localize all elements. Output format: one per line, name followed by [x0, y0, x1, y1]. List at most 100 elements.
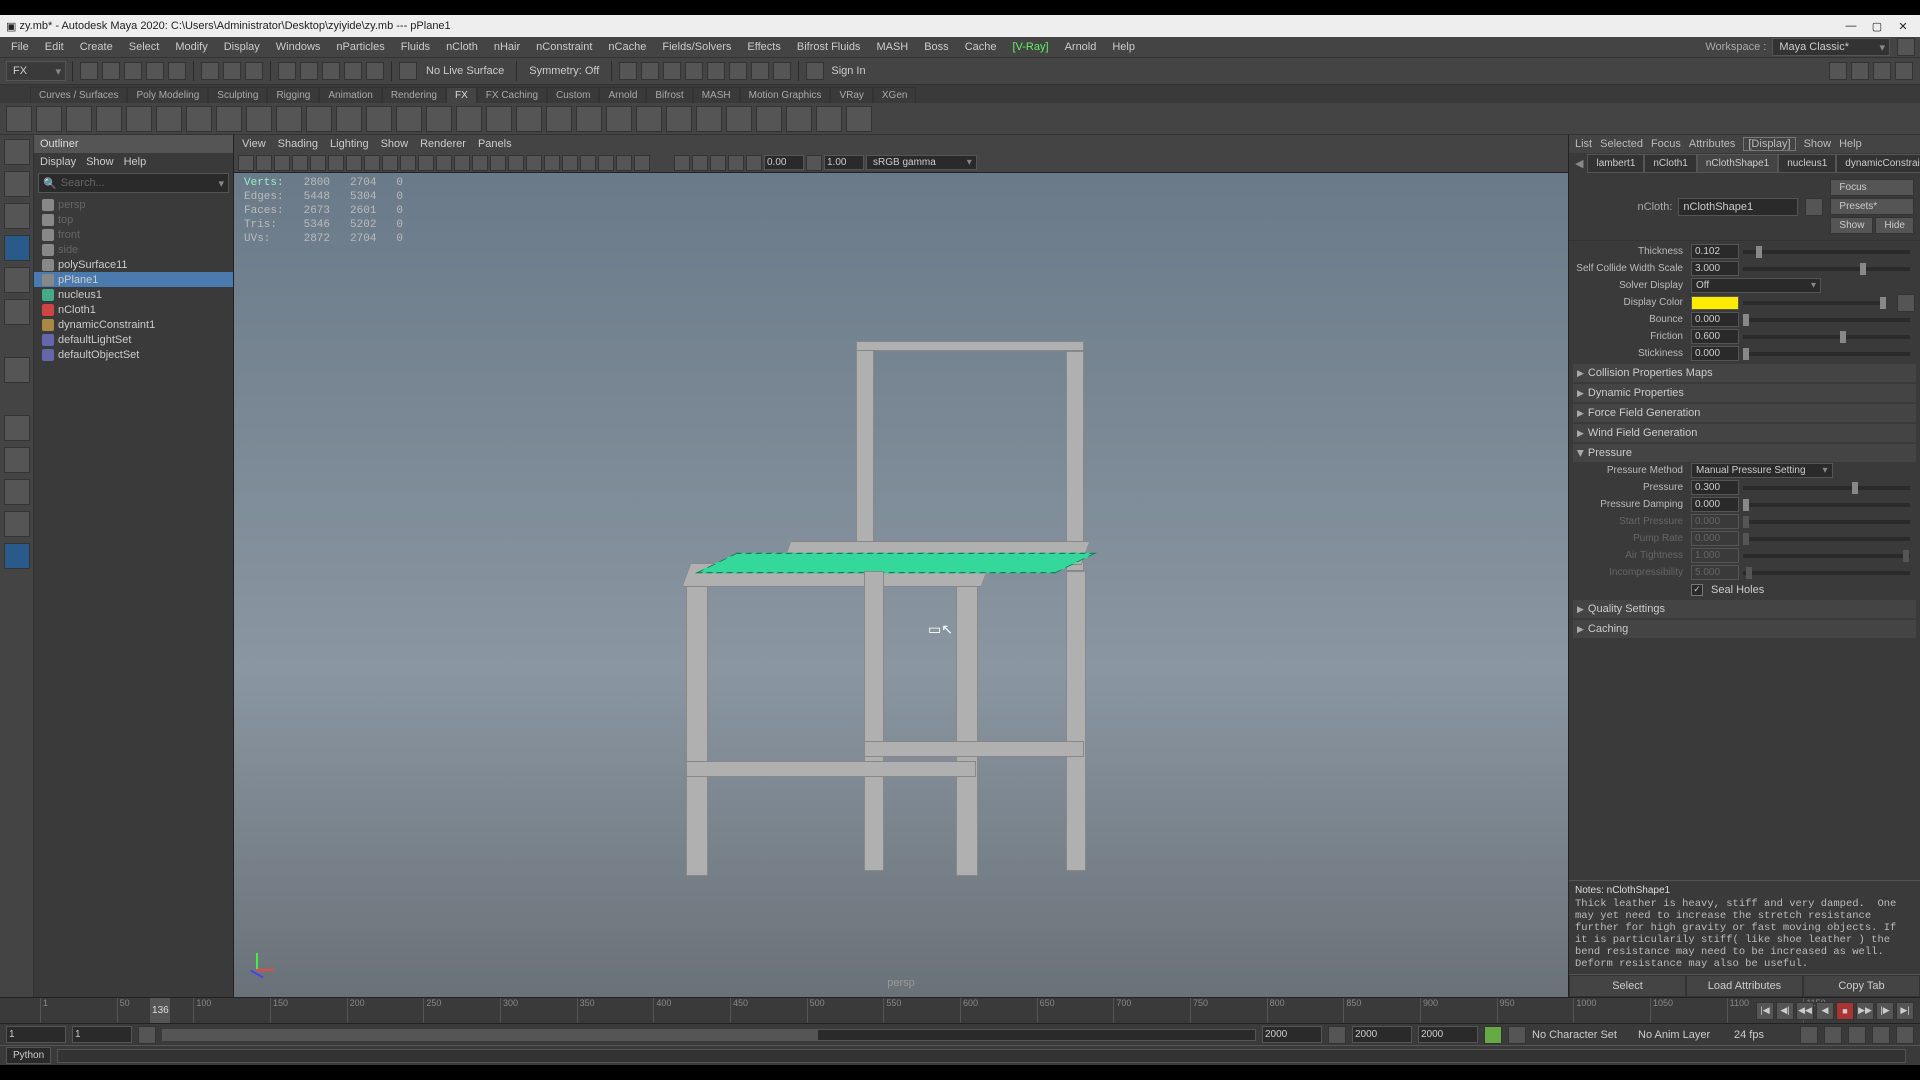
shelf-tab-fx[interactable]: FX — [446, 87, 477, 103]
stop-icon[interactable]: ■ — [1836, 1002, 1854, 1020]
menu-arnold[interactable]: Arnold — [1058, 39, 1104, 55]
render-icon[interactable] — [619, 62, 637, 80]
prefs-icon[interactable] — [1872, 1026, 1890, 1044]
thickness-slider[interactable] — [1743, 250, 1910, 254]
menu-edit[interactable]: Edit — [38, 39, 71, 55]
stickiness-slider[interactable] — [1743, 352, 1910, 356]
module-set-dropdown[interactable]: FX — [6, 61, 66, 81]
range-handle-icon[interactable] — [1328, 1026, 1346, 1044]
solverdisplay-dropdown[interactable]: Off — [1691, 278, 1821, 293]
shelf-button[interactable] — [696, 106, 722, 132]
shelf-tab-fxcaching[interactable]: FX Caching — [477, 87, 547, 103]
play-back-icon[interactable]: ◀ — [1816, 1002, 1834, 1020]
seal-holes-checkbox[interactable]: ✓ — [1691, 584, 1703, 596]
shelf-button[interactable] — [336, 106, 362, 132]
menu-vray[interactable]: [V-Ray] — [1005, 39, 1055, 55]
section-quality[interactable]: ▶Quality Settings — [1573, 600, 1916, 618]
ae-lock-icon[interactable] — [1805, 198, 1823, 216]
shelf-button[interactable] — [816, 106, 842, 132]
layout-custom2-icon[interactable] — [4, 479, 30, 505]
outliner-toggle-icon[interactable] — [4, 543, 30, 569]
section-collision-maps[interactable]: ▶Collision Properties Maps — [1573, 364, 1916, 382]
section-pressure[interactable]: ▶Pressure — [1573, 444, 1916, 462]
audio-icon[interactable] — [1824, 1026, 1842, 1044]
live-surface-icon[interactable] — [399, 62, 417, 80]
displaycolor-swatch[interactable] — [1691, 296, 1739, 310]
prefs2-icon[interactable] — [1896, 1026, 1914, 1044]
menu-nparticles[interactable]: nParticles — [329, 39, 391, 55]
shelf-button[interactable] — [846, 106, 872, 132]
shelf-button[interactable] — [396, 106, 422, 132]
lasso-tool-icon[interactable] — [4, 171, 30, 197]
vp-icon[interactable] — [310, 155, 326, 171]
shelf-button[interactable] — [456, 106, 482, 132]
signin-label[interactable]: Sign In — [831, 65, 865, 77]
outliner-node[interactable]: nCloth1 — [34, 302, 233, 317]
exposure-field[interactable] — [764, 155, 804, 170]
shelf-button[interactable] — [576, 106, 602, 132]
shelf-button[interactable] — [546, 106, 572, 132]
channel-box-icon[interactable] — [1851, 62, 1869, 80]
menu-cache[interactable]: Cache — [958, 39, 1004, 55]
ae-node-name-field[interactable] — [1678, 198, 1798, 216]
vp-icon[interactable] — [544, 155, 560, 171]
vp-menu-renderer[interactable]: Renderer — [420, 138, 466, 150]
workspace-settings-icon[interactable] — [1897, 38, 1915, 56]
vp-icon[interactable] — [634, 155, 650, 171]
snap-plane-icon[interactable] — [344, 62, 362, 80]
ae-hide-button[interactable]: Hide — [1875, 217, 1914, 234]
shelf-tab-poly[interactable]: Poly Modeling — [127, 87, 208, 103]
outliner-menu-display[interactable]: Display — [40, 156, 76, 168]
step-fwd-key-icon[interactable]: |▶ — [1876, 1002, 1894, 1020]
render-globals-icon[interactable] — [663, 62, 681, 80]
vp-icon[interactable] — [256, 155, 272, 171]
vp-icon[interactable] — [328, 155, 344, 171]
undo-icon[interactable] — [146, 62, 164, 80]
vp-icon[interactable] — [508, 155, 524, 171]
layout-four-icon[interactable] — [4, 415, 30, 441]
gamma-field[interactable] — [824, 155, 864, 170]
section-force-field[interactable]: ▶Force Field Generation — [1573, 404, 1916, 422]
snap-live-icon[interactable] — [366, 62, 384, 80]
section-wind-field[interactable]: ▶Wind Field Generation — [1573, 424, 1916, 442]
new-scene-icon[interactable] — [80, 62, 98, 80]
current-frame-marker[interactable]: 136 — [150, 998, 170, 1023]
ae-load-attributes-button[interactable]: Load Attributes — [1686, 975, 1803, 997]
shelf-button[interactable] — [246, 106, 272, 132]
bounce-slider[interactable] — [1743, 318, 1910, 322]
vp-icon[interactable] — [526, 155, 542, 171]
shelf-button[interactable] — [636, 106, 662, 132]
shelf-button[interactable] — [186, 106, 212, 132]
friction-slider[interactable] — [1743, 335, 1910, 339]
step-back-icon[interactable]: ◀◀ — [1796, 1002, 1814, 1020]
maximize-button[interactable]: ▢ — [1866, 18, 1888, 34]
shelf-button[interactable] — [216, 106, 242, 132]
outliner-node[interactable]: defaultObjectSet — [34, 347, 233, 362]
pressure-damping-field[interactable] — [1691, 497, 1739, 512]
ae-menu-attributes[interactable]: Attributes — [1689, 138, 1735, 150]
snap-curve-icon[interactable] — [300, 62, 318, 80]
autokey-icon[interactable] — [1484, 1026, 1502, 1044]
outliner-tree[interactable]: persptopfrontsidepolySurface11pPlane1nuc… — [34, 195, 233, 997]
layout-single-icon[interactable] — [4, 357, 30, 383]
menu-select[interactable]: Select — [122, 39, 167, 55]
vp-menu-lighting[interactable]: Lighting — [330, 138, 369, 150]
workspace-dropdown[interactable]: Maya Classic* — [1772, 38, 1890, 56]
gamma-icon[interactable] — [806, 155, 822, 171]
outliner-node[interactable]: dynamicConstraint1 — [34, 317, 233, 332]
menu-ncloth[interactable]: nCloth — [439, 39, 485, 55]
section-caching[interactable]: ▶Caching — [1573, 620, 1916, 638]
ae-focus-button[interactable]: Focus — [1830, 179, 1914, 196]
vp-icon[interactable] — [418, 155, 434, 171]
outliner-search-input[interactable]: 🔍 Search... — [38, 173, 229, 193]
symmetry-label[interactable]: Symmetry: Off — [529, 65, 599, 77]
range-end-field[interactable] — [1352, 1026, 1412, 1043]
menu-mash[interactable]: MASH — [869, 39, 915, 55]
outliner-node[interactable]: nucleus1 — [34, 287, 233, 302]
shelf-button[interactable] — [606, 106, 632, 132]
menu-effects[interactable]: Effects — [740, 39, 787, 55]
shelf-button[interactable] — [726, 106, 752, 132]
loop-icon[interactable] — [1848, 1026, 1866, 1044]
shelf-tab-xgen[interactable]: XGen — [873, 87, 917, 103]
ae-menu-selected[interactable]: Selected — [1600, 138, 1643, 150]
